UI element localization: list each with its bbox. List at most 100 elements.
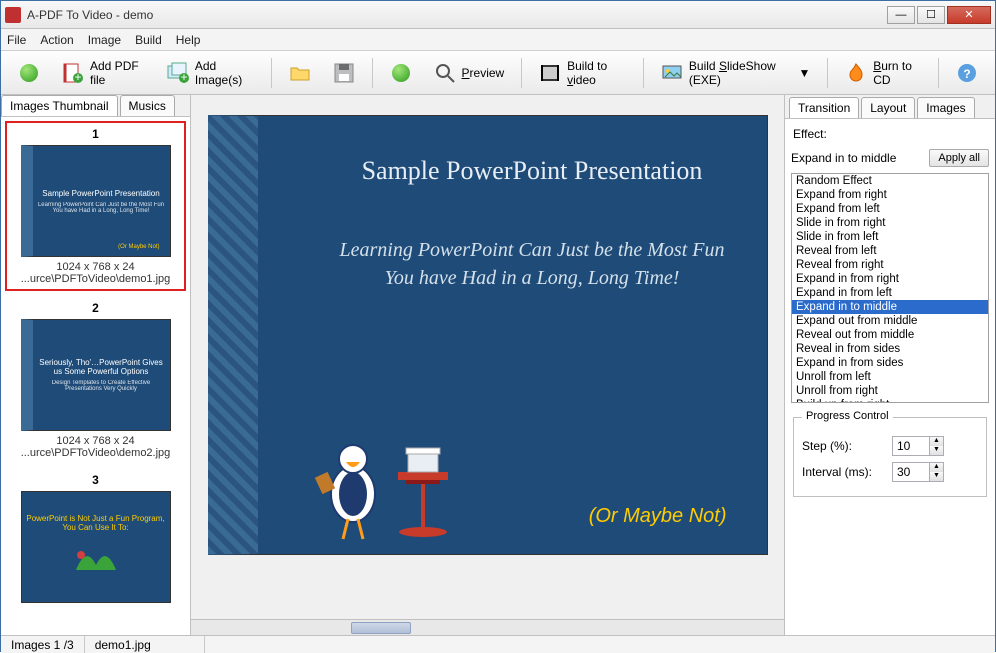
- menu-action[interactable]: Action: [40, 33, 73, 47]
- help-button[interactable]: [381, 57, 421, 89]
- slide-border-stripe: [208, 116, 258, 554]
- left-panel: Images Thumbnail Musics 1 Sample PowerPo…: [1, 95, 191, 635]
- menu-file[interactable]: File: [7, 33, 26, 47]
- question-icon: ?: [956, 62, 978, 84]
- step-label: Step (%):: [802, 439, 892, 453]
- step-input[interactable]: [892, 436, 930, 456]
- thumbnail-number: 2: [9, 301, 182, 315]
- pdf-icon: +: [62, 62, 84, 84]
- step-spinner[interactable]: ▲▼: [930, 436, 944, 456]
- images-icon: +: [167, 62, 189, 84]
- save-button[interactable]: [324, 57, 364, 89]
- interval-input[interactable]: [892, 462, 930, 482]
- maximize-button[interactable]: ☐: [917, 6, 945, 24]
- tab-layout[interactable]: Layout: [861, 97, 915, 118]
- thumbnail-preview: PowerPoint is Not Just a Fun Program, Yo…: [21, 491, 171, 603]
- open-folder-button[interactable]: [280, 57, 320, 89]
- effect-option[interactable]: Random Effect: [792, 174, 988, 188]
- current-effect: Expand in to middle: [791, 151, 923, 165]
- left-tabs: Images Thumbnail Musics: [1, 95, 190, 117]
- horizontal-scrollbar[interactable]: [191, 619, 784, 635]
- effect-label: Effect:: [785, 119, 995, 149]
- add-images-button[interactable]: + Add Image(s): [158, 57, 263, 89]
- minimize-button[interactable]: —: [887, 6, 915, 24]
- interval-spinner[interactable]: ▲▼: [930, 462, 944, 482]
- effect-option[interactable]: Reveal in from sides: [792, 342, 988, 356]
- apply-all-button[interactable]: Apply all: [929, 149, 989, 167]
- effect-option[interactable]: Expand from left: [792, 202, 988, 216]
- effect-option[interactable]: Build up from right: [792, 398, 988, 403]
- film-icon: [539, 62, 561, 84]
- thumbnail-path: ...urce\PDFToVideo\demo1.jpg: [11, 273, 180, 285]
- main-area: Images Thumbnail Musics 1 Sample PowerPo…: [1, 95, 995, 635]
- add-images-label: Add Image(s): [195, 59, 254, 87]
- menubar: File Action Image Build Help: [1, 29, 995, 51]
- statusbar: Images 1 /3 demo1.jpg: [1, 635, 995, 653]
- tab-images-thumbnail[interactable]: Images Thumbnail: [1, 95, 118, 116]
- right-tabs: Transition Layout Images: [785, 95, 995, 119]
- thumbnail-item[interactable]: 2 Seriously, Tho'…PowerPoint Gives us So…: [5, 297, 186, 463]
- tab-musics[interactable]: Musics: [120, 95, 175, 116]
- effect-option[interactable]: Expand in from left: [792, 286, 988, 300]
- toolbar: + Add PDF file + Add Image(s) Preview Bu…: [1, 51, 995, 95]
- thumbnail-dimensions: 1024 x 768 x 24: [11, 261, 180, 273]
- menu-build[interactable]: Build: [135, 33, 162, 47]
- effect-option[interactable]: Expand from right: [792, 188, 988, 202]
- thumbnail-item[interactable]: 3 PowerPoint is Not Just a Fun Program, …: [5, 469, 186, 611]
- effect-option[interactable]: Expand in to middle: [792, 300, 988, 314]
- svg-text:+: +: [180, 70, 187, 84]
- burn-cd-button[interactable]: Burn to CD: [836, 57, 930, 89]
- effect-option[interactable]: Expand out from middle: [792, 314, 988, 328]
- status-filename: demo1.jpg: [85, 636, 205, 653]
- thumbnail-path: ...urce\PDFToVideo\demo2.jpg: [9, 447, 182, 459]
- progress-control-group: Progress Control Step (%): ▲▼ Interval (…: [793, 417, 987, 497]
- window-title: A-PDF To Video - demo: [27, 8, 887, 22]
- thumbnail-dimensions: 1024 x 768 x 24: [9, 435, 182, 447]
- effect-option[interactable]: Unroll from right: [792, 384, 988, 398]
- slide-clipart: [298, 424, 478, 544]
- effect-option[interactable]: Reveal out from middle: [792, 328, 988, 342]
- build-slideshow-label: Build SlideShow (EXE): [689, 59, 789, 87]
- preview-area: Sample PowerPoint Presentation Learning …: [191, 95, 784, 619]
- dropdown-arrow-icon: ▼: [798, 66, 810, 80]
- thumbnail-preview: Seriously, Tho'…PowerPoint Gives us Some…: [21, 319, 171, 431]
- thumbnail-number: 3: [9, 473, 182, 487]
- slideshow-icon: [661, 62, 683, 84]
- center-panel: Sample PowerPoint Presentation Learning …: [191, 95, 785, 635]
- status-image-count: Images 1 /3: [1, 636, 85, 653]
- effect-option[interactable]: Unroll from left: [792, 370, 988, 384]
- magnifier-icon: [434, 62, 456, 84]
- svg-text:+: +: [74, 70, 81, 84]
- effect-option[interactable]: Expand in from right: [792, 272, 988, 286]
- burn-cd-label: Burn to CD: [873, 59, 921, 87]
- close-button[interactable]: ✕: [947, 6, 991, 24]
- preview-label: Preview: [462, 66, 505, 80]
- effect-option[interactable]: Reveal from right: [792, 258, 988, 272]
- effect-listbox[interactable]: Random EffectExpand from rightExpand fro…: [791, 173, 989, 403]
- thumbnail-number: 1: [11, 127, 180, 141]
- flame-icon: [845, 62, 867, 84]
- effect-option[interactable]: Expand in from sides: [792, 356, 988, 370]
- slide-subtitle: Learning PowerPoint Can Just be the Most…: [338, 236, 727, 292]
- right-panel: Transition Layout Images Effect: Expand …: [785, 95, 995, 635]
- menu-image[interactable]: Image: [88, 33, 121, 47]
- about-button[interactable]: ?: [947, 57, 987, 89]
- titlebar: A-PDF To Video - demo — ☐ ✕: [1, 1, 995, 29]
- slide-preview: Sample PowerPoint Presentation Learning …: [208, 115, 768, 555]
- preview-button[interactable]: Preview: [425, 57, 514, 89]
- folder-open-icon: [289, 62, 311, 84]
- build-video-button[interactable]: Build to video: [530, 57, 635, 89]
- slide-note: (Or Maybe Not): [589, 505, 727, 528]
- effect-option[interactable]: Reveal from left: [792, 244, 988, 258]
- build-slideshow-button[interactable]: Build SlideShow (EXE) ▼: [652, 57, 819, 89]
- thumbnail-item[interactable]: 1 Sample PowerPoint Presentation Learnin…: [5, 121, 186, 291]
- menu-help[interactable]: Help: [176, 33, 201, 47]
- slide-title: Sample PowerPoint Presentation: [362, 156, 703, 186]
- thumbnail-list[interactable]: 1 Sample PowerPoint Presentation Learnin…: [1, 117, 190, 635]
- back-button[interactable]: [9, 57, 49, 89]
- add-pdf-button[interactable]: + Add PDF file: [53, 57, 154, 89]
- tab-images[interactable]: Images: [917, 97, 974, 118]
- effect-option[interactable]: Slide in from left: [792, 230, 988, 244]
- effect-option[interactable]: Slide in from right: [792, 216, 988, 230]
- tab-transition[interactable]: Transition: [789, 97, 859, 118]
